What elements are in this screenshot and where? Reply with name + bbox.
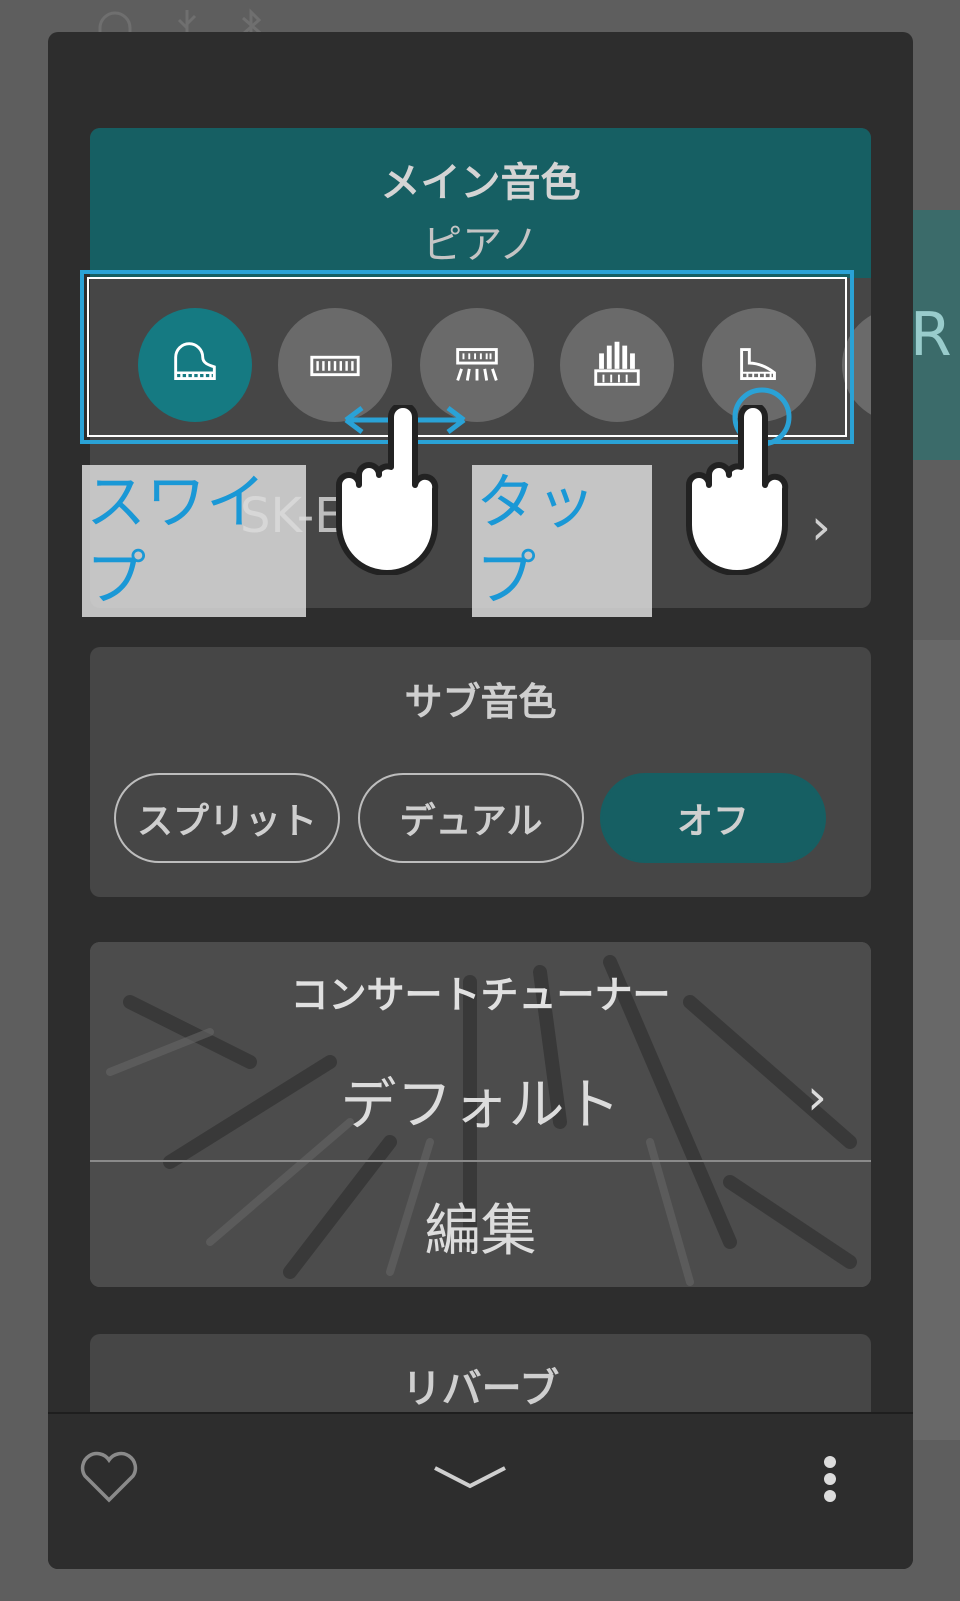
concert-tuner-card: コンサートチューナー デフォルト › 編集 [90,942,871,1287]
more-vertical-icon[interactable] [818,1454,842,1504]
tap-hand-icon [686,405,789,575]
chevron-right-icon: › [811,498,831,556]
main-voice-title: メイン音色 [380,160,581,206]
tap-label: タップ [472,465,652,617]
reverb-title: リバーブ [401,1366,560,1412]
dual-button[interactable]: デュアル [358,773,584,863]
sub-voice-card: サブ音色 スプリット デュアル オフ [90,647,871,897]
heart-icon[interactable] [78,1450,140,1504]
main-voice-value: ピアノ [422,222,539,268]
off-button[interactable]: オフ [600,773,826,863]
swipe-hand-icon [336,405,439,575]
split-button[interactable]: スプリット [114,773,340,863]
tuner-preset-value[interactable]: デフォルト [90,1060,871,1141]
tuner-edit-button[interactable]: 編集 [90,1186,871,1267]
bottom-toolbar [48,1412,913,1569]
divider [90,1160,871,1162]
sub-voice-title: サブ音色 [404,680,557,724]
chevron-down-icon[interactable] [433,1464,507,1494]
chevron-right-icon: › [807,1068,827,1126]
background-letter: R [910,300,952,370]
voice-settings-panel: メイン音色 ピアノ › サブ音色 スプリット デュアル オフ コンサートチューナ… [48,32,913,1569]
concert-tuner-title: コンサートチューナー [290,973,671,1017]
main-voice-header[interactable]: メイン音色 ピアノ [90,128,871,278]
swipe-label: スワイプ [82,465,306,617]
